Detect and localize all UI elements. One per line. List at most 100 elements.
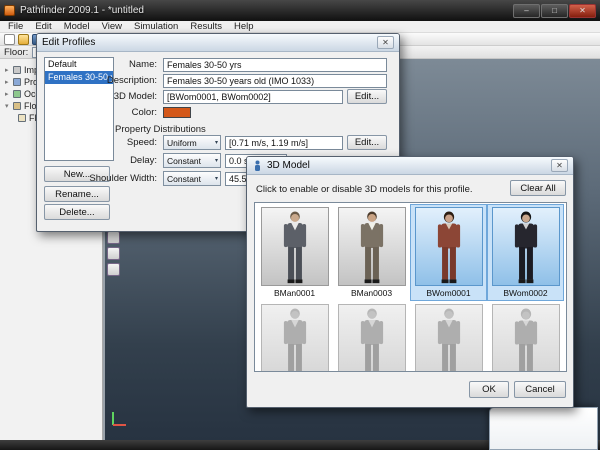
color-swatch[interactable]: [163, 107, 191, 118]
model-thumbnail: [261, 207, 329, 286]
model-label: 3D Model:: [81, 91, 157, 102]
person-silhouette: [279, 308, 311, 372]
viewport-tool-button[interactable]: [107, 231, 120, 244]
window-title: Pathfinder 2009.1 - *untitled: [20, 5, 144, 16]
app-icon: [4, 5, 15, 16]
person-silhouette: [356, 211, 388, 285]
color-label: Color:: [81, 107, 157, 118]
menu-view[interactable]: View: [96, 21, 128, 32]
model-option-disabled[interactable]: [487, 301, 564, 372]
speed-label: Speed:: [81, 137, 157, 148]
imported-icon: [13, 66, 21, 74]
name-label: Name:: [81, 59, 157, 70]
model-option-bwom0001-selected[interactable]: BWom0001: [410, 204, 487, 301]
edit-profiles-title: Edit Profiles: [42, 37, 95, 48]
clear-all-button[interactable]: Clear All: [510, 180, 566, 196]
menu-file[interactable]: File: [2, 21, 29, 32]
menu-bar: File Edit Model View Simulation Results …: [0, 21, 600, 33]
person-silhouette: [433, 308, 465, 372]
close-icon[interactable]: ✕: [377, 36, 394, 49]
person-silhouette: [433, 211, 465, 285]
distributions-header: Property Distributions: [115, 124, 206, 135]
menu-help[interactable]: Help: [228, 21, 260, 32]
caret-icon: ▸: [5, 78, 13, 86]
new-file-icon[interactable]: [4, 34, 15, 45]
chevron-down-icon: ▾: [215, 157, 218, 164]
speed-distribution-select[interactable]: Uniform ▾: [163, 135, 221, 150]
delay-distribution-value: Constant: [167, 156, 201, 166]
description-input[interactable]: Females 30-50 years old (IMO 1033): [163, 74, 387, 88]
model-instruction: Click to enable or disable 3D models for…: [256, 184, 473, 195]
shoulder-distribution-select[interactable]: Constant ▾: [163, 171, 221, 186]
floors-icon: [13, 102, 21, 110]
caret-icon: ▸: [5, 66, 13, 74]
menu-edit[interactable]: Edit: [29, 21, 57, 32]
model-thumbnail: [492, 304, 560, 372]
viewport-toolbar: [107, 231, 120, 276]
delay-label: Delay:: [81, 155, 157, 166]
model-name: BWom0001: [426, 288, 470, 298]
profiles-icon: [13, 78, 21, 86]
model-name: BMan0003: [351, 288, 392, 298]
shoulder-width-label: Shoulder Width:: [81, 173, 157, 184]
speed-value-input[interactable]: [0.71 m/s, 1.19 m/s]: [225, 136, 343, 150]
viewport-tool-button[interactable]: [107, 263, 120, 276]
occupants-icon: [13, 90, 21, 98]
name-input[interactable]: Females 30-50 yrs: [163, 58, 387, 72]
rename-profile-button[interactable]: Rename...: [44, 186, 110, 202]
model-input[interactable]: [BWom0001, BWom0002]: [163, 90, 343, 104]
model-option-bman0001[interactable]: BMan0001: [256, 204, 333, 301]
minimize-button[interactable]: –: [513, 4, 540, 18]
model-option-bwom0002-selected[interactable]: BWom0002: [487, 204, 564, 301]
edit-model-button[interactable]: Edit...: [347, 89, 387, 104]
close-button[interactable]: ✕: [569, 4, 596, 18]
model-option-disabled[interactable]: [410, 301, 487, 372]
model-thumbnail: [338, 207, 406, 286]
model-option-disabled[interactable]: [333, 301, 410, 372]
delay-distribution-select[interactable]: Constant ▾: [163, 153, 221, 168]
caret-icon: ▾: [5, 102, 13, 110]
model-thumbnail: [261, 304, 329, 372]
open-file-icon[interactable]: [18, 34, 29, 45]
window-titlebar: Pathfinder 2009.1 - *untitled – □ ✕: [0, 0, 600, 21]
floor-icon: [18, 114, 26, 122]
menu-simulation[interactable]: Simulation: [128, 21, 184, 32]
edit-speed-button[interactable]: Edit...: [347, 135, 387, 150]
menu-model[interactable]: Model: [58, 21, 96, 32]
background-window-corner: [489, 407, 598, 450]
person-silhouette: [356, 308, 388, 372]
model-thumbnail: [492, 207, 560, 286]
caret-icon: ▸: [5, 90, 13, 98]
person-silhouette: [510, 308, 542, 372]
model-grid: BMan0001 BMan0003: [254, 202, 567, 372]
model-thumbnail: [338, 304, 406, 372]
cancel-button[interactable]: Cancel: [514, 381, 566, 398]
model-option-disabled[interactable]: [256, 301, 333, 372]
description-label: Description:: [81, 75, 157, 86]
axis-indicator-icon: [110, 408, 130, 428]
menu-results[interactable]: Results: [184, 21, 228, 32]
model-dialog: 3D Model ✕ Click to enable or disable 3D…: [246, 156, 574, 408]
ok-button[interactable]: OK: [469, 381, 509, 398]
model-thumbnail: [415, 207, 483, 286]
chevron-down-icon: ▾: [215, 139, 218, 146]
model-dialog-title: 3D Model: [267, 160, 310, 171]
model-dialog-titlebar[interactable]: 3D Model ✕: [247, 157, 573, 175]
app-window: Pathfinder 2009.1 - *untitled – □ ✕ File…: [0, 0, 600, 450]
delete-profile-button[interactable]: Delete...: [44, 204, 110, 220]
model-thumbnail: [415, 304, 483, 372]
model-name: BMan0001: [274, 288, 315, 298]
floor-label: Floor:: [4, 47, 28, 58]
model-name: BWom0002: [503, 288, 547, 298]
chevron-down-icon: ▾: [215, 175, 218, 182]
person-icon: [252, 160, 263, 172]
maximize-button[interactable]: □: [541, 4, 568, 18]
speed-distribution-value: Uniform: [167, 138, 197, 148]
model-option-bman0003[interactable]: BMan0003: [333, 204, 410, 301]
person-silhouette: [279, 211, 311, 285]
edit-profiles-titlebar[interactable]: Edit Profiles ✕: [37, 34, 399, 52]
shoulder-distribution-value: Constant: [167, 174, 201, 184]
close-icon[interactable]: ✕: [551, 159, 568, 172]
viewport-tool-button[interactable]: [107, 247, 120, 260]
person-silhouette: [510, 211, 542, 285]
